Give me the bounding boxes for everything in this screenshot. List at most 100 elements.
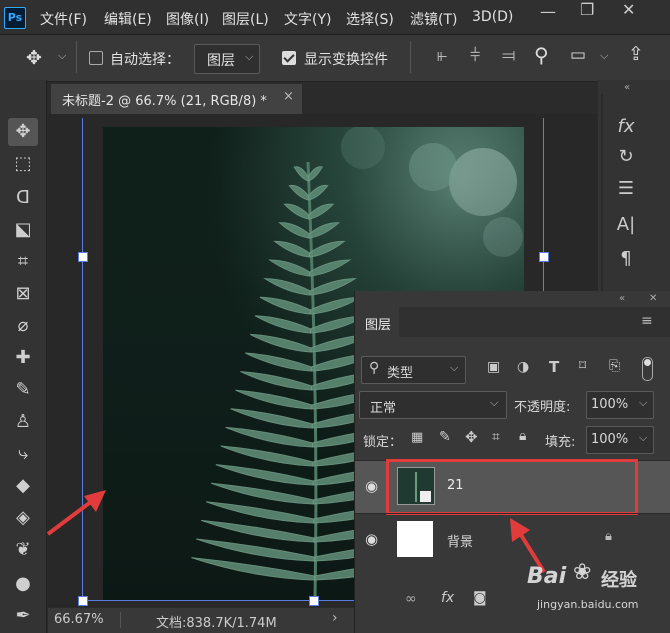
menu-type[interactable]: 文字(Y) [284, 9, 331, 29]
separator [120, 612, 121, 628]
chevron-down-icon[interactable]: ⌵ [58, 49, 66, 63]
opacity-label: 不透明度: [514, 400, 571, 415]
visibility-eye-icon[interactable]: ◉ [365, 530, 378, 548]
chevron-down-icon: ⌵ [450, 361, 459, 374]
menu-filter[interactable]: 滤镜(T) [410, 9, 457, 29]
fill-value: 100% [591, 432, 629, 447]
fx-icon[interactable]: fx [441, 590, 454, 606]
history-icon[interactable]: ↻ [606, 146, 646, 167]
fill-field[interactable]: 100% ⌵ [586, 426, 654, 454]
brush-tool-icon[interactable]: ✎ [8, 376, 38, 404]
auto-select-checkbox[interactable] [89, 51, 103, 65]
opacity-value: 100% [591, 397, 629, 412]
panel-title: 图层 [365, 318, 392, 333]
watermark-brand-2: 经验 [601, 570, 637, 591]
minimize-icon[interactable]: — [540, 2, 556, 21]
frame-tool-icon[interactable]: ⊠ [8, 280, 38, 308]
close-tab-icon[interactable]: × [283, 89, 294, 104]
transform-handle[interactable] [309, 596, 319, 606]
add-mask-icon[interactable]: ◙ [473, 590, 487, 606]
filter-toggle-knob [644, 359, 651, 366]
chevron-down-icon: ⌵ [639, 431, 648, 444]
history-brush-tool-icon[interactable]: ⤷ [8, 440, 38, 468]
share-icon[interactable]: ⇪ [628, 43, 644, 65]
menu-file[interactable]: 文件(F) [40, 9, 87, 29]
character-icon[interactable]: A| [606, 214, 646, 235]
target-value: 图层 [207, 53, 235, 69]
document-tab[interactable]: 未标题-2 @ 66.7% (21, RGB/8) * × [51, 84, 302, 114]
photoshop-logo: Ps [4, 7, 26, 29]
auto-select-label: 自动选择： [110, 52, 180, 68]
pen-tool-icon[interactable]: ✒ [8, 602, 38, 630]
shape-filter-icon[interactable]: ⌑ [579, 358, 586, 374]
auto-select-target-dropdown[interactable]: 图层 ⌵ [194, 44, 260, 74]
stamp-tool-icon[interactable]: ♙ [8, 408, 38, 436]
align-right-icon[interactable]: ⫤ [502, 45, 516, 66]
pixel-filter-icon[interactable]: ▣ [487, 359, 500, 375]
link-layers-icon[interactable]: ∞ [405, 591, 417, 607]
dodge-tool-icon[interactable]: ● [8, 570, 38, 598]
smart-object-filter-icon[interactable]: ⎘ [609, 358, 620, 374]
transform-handle[interactable] [78, 596, 88, 606]
transform-handle[interactable] [78, 252, 88, 262]
menu-layer[interactable]: 图层(L) [222, 9, 269, 29]
restore-icon[interactable]: ❐ [580, 0, 594, 19]
move-tool-icon[interactable]: ✥ [26, 47, 42, 69]
search-icon: ⚲ [369, 360, 380, 376]
show-transform-checkbox[interactable] [282, 51, 296, 65]
menu-edit[interactable]: 编辑(E) [104, 9, 152, 29]
zoom-level[interactable]: 66.67% [54, 612, 104, 627]
tab-layers[interactable]: 图层 [355, 307, 399, 337]
menu-3d[interactable]: 3D(D) [472, 9, 513, 25]
status-menu-icon[interactable]: › [332, 610, 338, 626]
transform-guide-right [543, 118, 544, 298]
collapse-icon[interactable]: « [619, 293, 625, 304]
adjustments-icon[interactable]: ☰ [606, 178, 646, 199]
paragraph-icon[interactable]: ¶ [606, 248, 646, 269]
eraser-tool-icon[interactable]: ◆ [8, 472, 38, 500]
object-select-tool-icon[interactable]: ⬕ [8, 216, 38, 244]
blend-mode-dropdown[interactable]: 正常 ⌵ [359, 391, 507, 419]
layer-name[interactable]: 背景 [447, 531, 473, 550]
separator [76, 41, 77, 73]
visibility-eye-icon[interactable]: ◉ [365, 477, 378, 495]
healing-brush-tool-icon[interactable]: ✚ [8, 344, 38, 372]
align-left-icon[interactable]: ⫦ [437, 45, 447, 66]
search-icon[interactable]: ⚲ [534, 43, 549, 67]
adjustment-filter-icon[interactable]: ◑ [517, 359, 529, 375]
workspace-icon[interactable]: ▭ [570, 45, 586, 65]
marquee-tool-icon[interactable]: ⬚ [8, 150, 38, 178]
lock-position-icon[interactable]: ✥ [465, 428, 478, 446]
lock-transparent-icon[interactable]: ▦ [411, 430, 423, 445]
lock-artboard-icon[interactable]: ⌗ [492, 429, 500, 445]
annotation-arrow [46, 490, 106, 536]
crop-tool-icon[interactable]: ⌗ [8, 248, 38, 276]
filter-toggle[interactable] [642, 357, 653, 381]
menu-image[interactable]: 图像(I) [166, 9, 209, 29]
options-bar: ✥ ⌵ 自动选择： 图层 ⌵ 显示变换控件 ⫦ ⫩ ⫤ ⚲ ▭ ⌵ ⇪ [0, 35, 670, 82]
annotation-highlight-box [386, 459, 638, 515]
align-center-icon[interactable]: ⫩ [470, 45, 480, 66]
close-window-icon[interactable]: ✕ [622, 0, 635, 19]
type-filter-icon[interactable]: T [549, 358, 559, 376]
watermark: Bai ❀ 经验 jingyan.baidu.com [517, 560, 667, 620]
layer-filter-dropdown[interactable]: ⚲ 类型 ⌵ [361, 356, 466, 384]
chevron-down-icon: ⌵ [490, 396, 499, 409]
blur-tool-icon[interactable]: ❦ [8, 536, 38, 564]
move-tool-icon[interactable]: ✥ [8, 118, 38, 146]
opacity-field[interactable]: 100% ⌵ [586, 391, 654, 419]
panel-menu-icon[interactable]: ≡ [641, 313, 653, 329]
chevron-down-icon[interactable]: ⌵ [600, 49, 608, 63]
fx-icon[interactable]: fx [606, 116, 646, 137]
tools-panel: ✥ ⬚ ᗡ ⬕ ⌗ ⊠ ⌀ ✚ ✎ ♙ ⤷ ◆ ◈ ❦ ● ✒ [0, 80, 47, 633]
lock-pixels-icon[interactable]: ✎ [439, 429, 451, 445]
close-panel-icon[interactable]: ✕ [649, 293, 657, 304]
paw-icon: ❀ [573, 560, 592, 585]
eyedropper-tool-icon[interactable]: ⌀ [8, 312, 38, 340]
lock-all-icon[interactable]: 🔒︎ [519, 428, 526, 444]
paint-bucket-tool-icon[interactable]: ◈ [8, 504, 38, 532]
menu-select[interactable]: 选择(S) [346, 9, 394, 29]
transform-handle[interactable] [539, 252, 549, 262]
collapse-icon[interactable]: « [624, 82, 630, 93]
lasso-tool-icon[interactable]: ᗡ [8, 184, 38, 212]
